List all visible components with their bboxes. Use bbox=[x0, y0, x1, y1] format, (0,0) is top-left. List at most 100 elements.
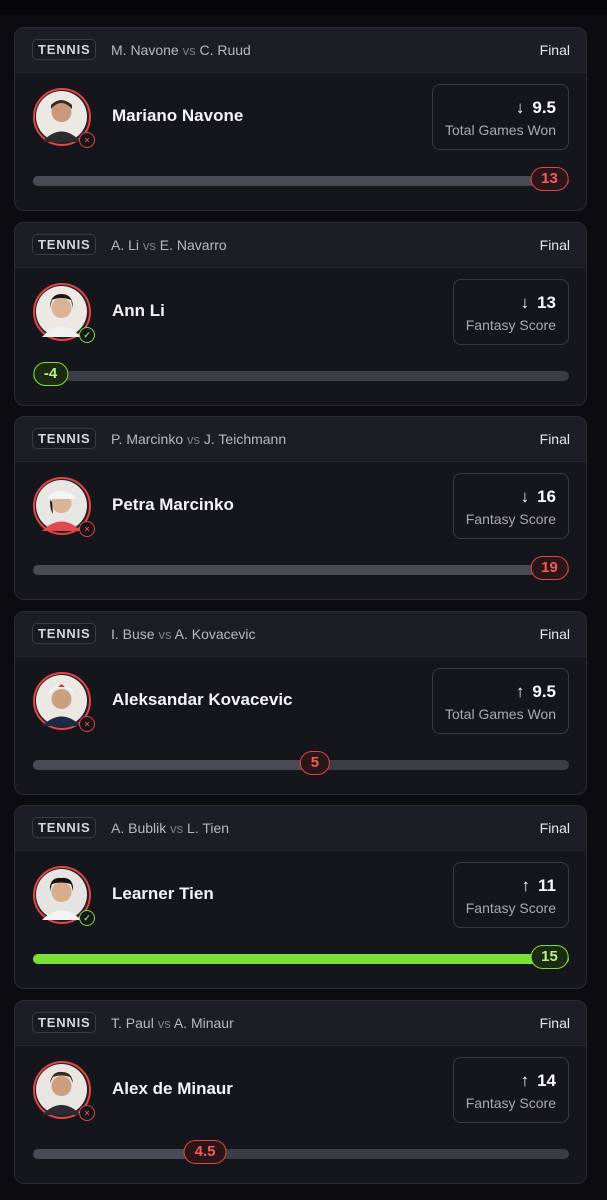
card-header: TENNIS P. Marcinko vs J. Teichmann Final bbox=[15, 417, 586, 462]
player-name: Petra Marcinko bbox=[112, 495, 234, 514]
projection-line: 13 bbox=[537, 292, 556, 312]
team-a: T. Paul bbox=[111, 1014, 154, 1031]
pick-card[interactable]: TENNIS I. Buse vs A. Kovacevic Final × A… bbox=[14, 610, 587, 795]
game-status: Final bbox=[539, 431, 570, 447]
vs-label: vs bbox=[157, 1015, 171, 1031]
matchup: P. Marcinko vs J. Teichmann bbox=[111, 431, 286, 447]
matchup: I. Buse vs A. Kovacevic bbox=[111, 626, 256, 642]
player-name: Mariano Navone bbox=[112, 106, 244, 125]
matchup: M. Navone vs C. Ruud bbox=[111, 42, 251, 58]
team-b: C. Ruud bbox=[199, 42, 251, 58]
card-header: TENNIS A. Li vs E. Navarro Final bbox=[15, 222, 586, 268]
sport-tag: TENNIS bbox=[32, 39, 97, 60]
actual-value-pill: 15 bbox=[530, 945, 569, 969]
team-b: A. Kovacevic bbox=[174, 625, 256, 642]
team-a: P. Marcinko bbox=[111, 431, 184, 447]
progress-fill bbox=[33, 176, 569, 186]
vs-label: vs bbox=[182, 43, 196, 58]
team-b: J. Teichmann bbox=[203, 431, 287, 447]
actual-value-pill: 13 bbox=[530, 167, 569, 191]
progress-track: 13 bbox=[33, 167, 569, 191]
stat-type: Fantasy Score bbox=[465, 900, 556, 916]
stat-type: Total Games Won bbox=[444, 705, 556, 722]
player-name: Alex de Minaur bbox=[112, 1078, 233, 1098]
progress-fill bbox=[33, 759, 315, 770]
game-status: Final bbox=[539, 625, 570, 642]
progress-track: 4.5 bbox=[33, 1139, 569, 1164]
entry-list: TENNIS M. Navone vs C. Ruud Final × Mari… bbox=[14, 27, 587, 1194]
progress-track: -4 bbox=[32, 361, 569, 386]
progress-fill bbox=[33, 565, 569, 575]
matchup: A. Li vs E. Navarro bbox=[111, 237, 227, 253]
actual-value-pill: -4 bbox=[32, 361, 69, 386]
team-b: L. Tien bbox=[187, 820, 230, 836]
game-status: Final bbox=[539, 42, 570, 58]
stat-type: Fantasy Score bbox=[465, 511, 556, 527]
projection-line: 11 bbox=[538, 876, 556, 895]
pick-card[interactable]: TENNIS P. Marcinko vs J. Teichmann Final… bbox=[14, 416, 587, 600]
team-a: M. Navone bbox=[111, 42, 179, 58]
player-photo-icon bbox=[36, 91, 87, 142]
game-status: Final bbox=[539, 820, 570, 836]
direction-arrow-icon: ↓ bbox=[515, 98, 525, 117]
vs-label: vs bbox=[158, 626, 172, 642]
sport-tag: TENNIS bbox=[32, 233, 97, 255]
projection-line: 16 bbox=[537, 487, 556, 506]
stat-type: Fantasy Score bbox=[465, 1094, 556, 1111]
game-status: Final bbox=[539, 1014, 570, 1031]
stat-type: Total Games Won bbox=[444, 122, 556, 138]
progress-fill bbox=[33, 1148, 206, 1159]
player-avatar: × bbox=[33, 477, 95, 537]
pick-card[interactable]: TENNIS A. Li vs E. Navarro Final ✓ Ann L… bbox=[14, 221, 587, 406]
direction-arrow-icon: ↑ bbox=[521, 876, 531, 895]
player-photo-icon bbox=[36, 674, 87, 726]
vs-label: vs bbox=[142, 237, 156, 253]
team-a: A. Li bbox=[111, 236, 140, 253]
projection-line: 14 bbox=[537, 1070, 556, 1090]
top-strip bbox=[0, 0, 607, 14]
vs-label: vs bbox=[187, 432, 200, 447]
matchup: A. Bublik vs L. Tien bbox=[111, 820, 229, 836]
result-badge-icon: × bbox=[79, 715, 95, 732]
actual-value-pill: 5 bbox=[299, 750, 331, 775]
player-name: Aleksandar Kovacevic bbox=[112, 689, 293, 709]
projection-box: ↓ 13 Fantasy Score bbox=[452, 278, 569, 345]
actual-value-pill: 4.5 bbox=[183, 1139, 227, 1164]
player-avatar: ✓ bbox=[33, 282, 95, 343]
card-header: TENNIS A. Bublik vs L. Tien Final bbox=[15, 806, 586, 851]
projection-box: ↑ 9.5 Total Games Won bbox=[431, 667, 569, 734]
result-badge-icon: ✓ bbox=[79, 910, 95, 926]
sport-tag: TENNIS bbox=[32, 1011, 97, 1033]
card-header: TENNIS T. Paul vs A. Minaur Final bbox=[15, 1000, 586, 1046]
projection-box: ↑ 14 Fantasy Score bbox=[452, 1056, 569, 1123]
result-badge-icon: ✓ bbox=[79, 326, 95, 343]
pick-card[interactable]: TENNIS M. Navone vs C. Ruud Final × Mari… bbox=[14, 27, 587, 211]
player-avatar: × bbox=[33, 88, 95, 148]
player-avatar: × bbox=[33, 671, 95, 732]
team-b: E. Navarro bbox=[159, 236, 227, 253]
team-b: A. Minaur bbox=[173, 1014, 234, 1031]
result-badge-icon: × bbox=[79, 132, 95, 148]
direction-arrow-icon: ↓ bbox=[520, 487, 530, 506]
projection-line: 9.5 bbox=[532, 98, 556, 117]
projection-line: 9.5 bbox=[532, 681, 556, 701]
progress-track: 19 bbox=[33, 556, 569, 580]
player-name: Learner Tien bbox=[112, 884, 214, 903]
direction-arrow-icon: ↓ bbox=[520, 292, 530, 312]
projection-box: ↑ 11 Fantasy Score bbox=[452, 862, 569, 928]
progress-track: 15 bbox=[33, 945, 569, 969]
sport-tag: TENNIS bbox=[32, 622, 97, 644]
projection-box: ↓ 9.5 Total Games Won bbox=[431, 84, 569, 150]
progress-fill bbox=[33, 954, 569, 964]
player-photo-icon bbox=[36, 285, 87, 337]
direction-arrow-icon: ↑ bbox=[520, 1070, 530, 1090]
pick-card[interactable]: TENNIS T. Paul vs A. Minaur Final × Alex… bbox=[14, 999, 587, 1184]
pick-card[interactable]: TENNIS A. Bublik vs L. Tien Final ✓ Lear… bbox=[14, 805, 587, 989]
sport-tag: TENNIS bbox=[32, 428, 97, 449]
card-header: TENNIS M. Navone vs C. Ruud Final bbox=[15, 28, 586, 73]
team-a: I. Buse bbox=[111, 625, 155, 642]
player-avatar: ✓ bbox=[33, 866, 95, 926]
player-name: Ann Li bbox=[112, 300, 165, 320]
progress-track: 5 bbox=[33, 750, 569, 775]
player-photo-icon bbox=[36, 1063, 87, 1115]
